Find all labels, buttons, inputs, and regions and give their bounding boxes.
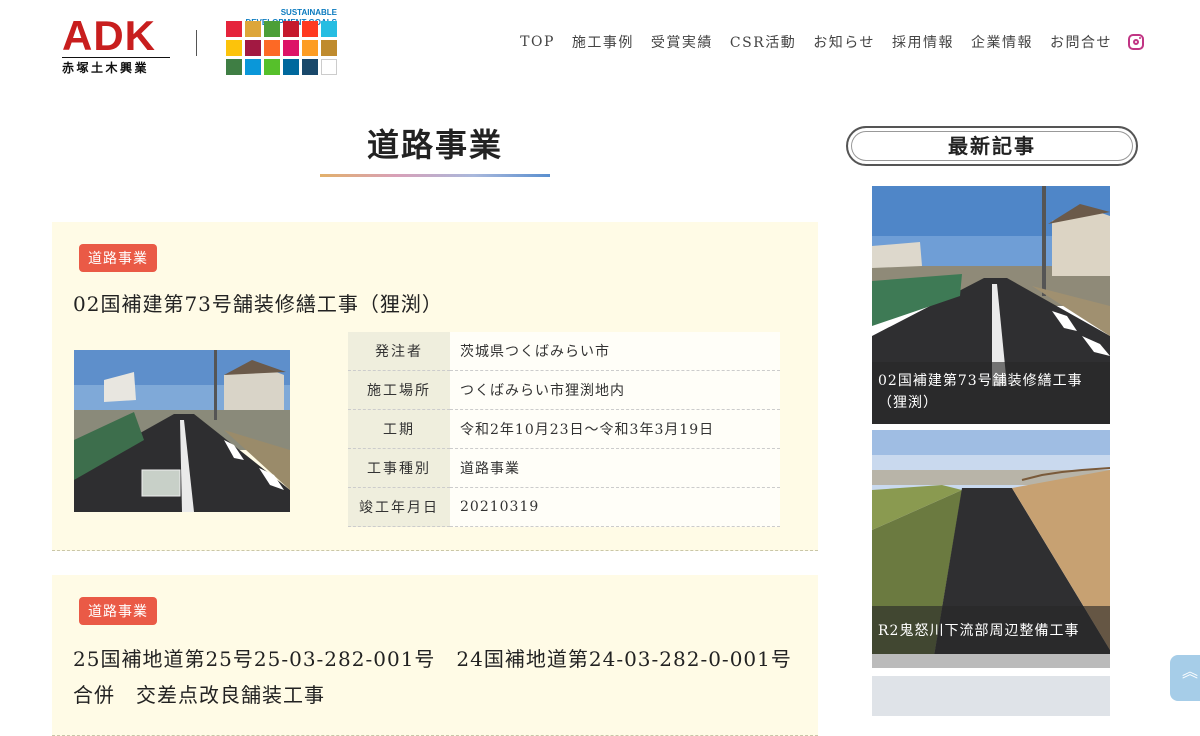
nav-top[interactable]: TOP	[520, 34, 555, 50]
article-details-table: 発注者 茨城県つくばみらい市 施工場所 つくばみらい市狸渕地内 工期 令和2年1…	[348, 332, 780, 527]
category-badge[interactable]: 道路事業	[79, 244, 157, 272]
logo-company-name: 赤塚土木興業	[62, 57, 170, 76]
nav-recruit[interactable]: 採用情報	[892, 32, 954, 52]
sdgs-logo: SUSTAINABLE DEVELOPMENT GOALS	[225, 8, 337, 80]
company-logo[interactable]: ADK 赤塚土木興業	[62, 12, 170, 76]
table-row: 発注者 茨城県つくばみらい市	[348, 332, 780, 371]
table-row: 工事種別 道路事業	[348, 448, 780, 488]
double-chevron-up-icon: ︽	[1182, 662, 1199, 681]
detail-key-completion: 竣工年月日	[348, 487, 450, 527]
logo-wordmark: ADK	[62, 12, 156, 59]
latest-posts-heading: 最新記事	[846, 126, 1138, 166]
table-row: 工期 令和2年10月23日～令和3年3月19日	[348, 409, 780, 449]
detail-key-period: 工期	[348, 409, 450, 449]
detail-key-location: 施工場所	[348, 370, 450, 410]
latest-post-item[interactable]: R2鬼怒川下流部周辺整備工事	[872, 430, 1110, 668]
post-scroll-gap	[872, 654, 1110, 668]
detail-key-orderer: 発注者	[348, 332, 450, 371]
nav-awards[interactable]: 受賞実績	[651, 32, 713, 52]
nav-construction-cases[interactable]: 施工事例	[572, 32, 634, 52]
title-underline	[320, 174, 550, 177]
article-thumbnail[interactable]	[74, 350, 290, 512]
sdgs-label: SUSTAINABLE DEVELOPMENT GOALS	[245, 8, 337, 27]
nav-csr[interactable]: CSR活動	[730, 32, 796, 52]
latest-post-image	[872, 676, 1110, 716]
latest-post-item[interactable]: 02国補建第73号舗装修繕工事（狸渕）	[872, 186, 1110, 424]
detail-value-orderer: 茨城県つくばみらい市	[450, 332, 780, 371]
latest-post-caption[interactable]: R2鬼怒川下流部周辺整備工事	[872, 606, 1110, 654]
detail-value-completion: 20210319	[450, 487, 780, 527]
nav-news[interactable]: お知らせ	[813, 32, 875, 52]
scroll-to-top-button[interactable]: ︽	[1170, 655, 1200, 701]
logo-divider	[196, 30, 197, 56]
detail-value-period: 令和2年10月23日～令和3年3月19日	[450, 409, 780, 449]
article-title[interactable]: 25国補地道第25号25-03-282-001号 24国補地道第24-03-28…	[73, 641, 793, 713]
article-card[interactable]: 道路事業 25国補地道第25号25-03-282-001号 24国補地道第24-…	[52, 575, 818, 736]
nav-company[interactable]: 企業情報	[971, 32, 1033, 52]
sdgs-icon-grid	[225, 21, 337, 75]
detail-value-location: つくばみらい市狸渕地内	[450, 370, 780, 410]
instagram-icon[interactable]	[1128, 34, 1144, 50]
nav-contact[interactable]: お問合せ	[1050, 32, 1112, 52]
latest-post-item[interactable]	[872, 676, 1110, 716]
latest-post-caption[interactable]: 02国補建第73号舗装修繕工事（狸渕）	[872, 362, 1110, 424]
main-nav: TOP 施工事例 受賞実績 CSR活動 お知らせ 採用情報 企業情報 お問合せ	[503, 32, 1144, 52]
detail-value-type: 道路事業	[450, 448, 780, 488]
table-row: 竣工年月日 20210319	[348, 487, 780, 527]
article-title[interactable]: 02国補建第73号舗装修繕工事（狸渕）	[73, 288, 443, 317]
table-row: 施工場所 つくばみらい市狸渕地内	[348, 370, 780, 410]
detail-key-type: 工事種別	[348, 448, 450, 488]
page-title: 道路事業	[366, 126, 503, 164]
category-badge[interactable]: 道路事業	[79, 597, 157, 625]
article-card[interactable]: 道路事業 02国補建第73号舗装修繕工事（狸渕） 発注者 茨城県つくばみらい市 …	[52, 222, 818, 551]
